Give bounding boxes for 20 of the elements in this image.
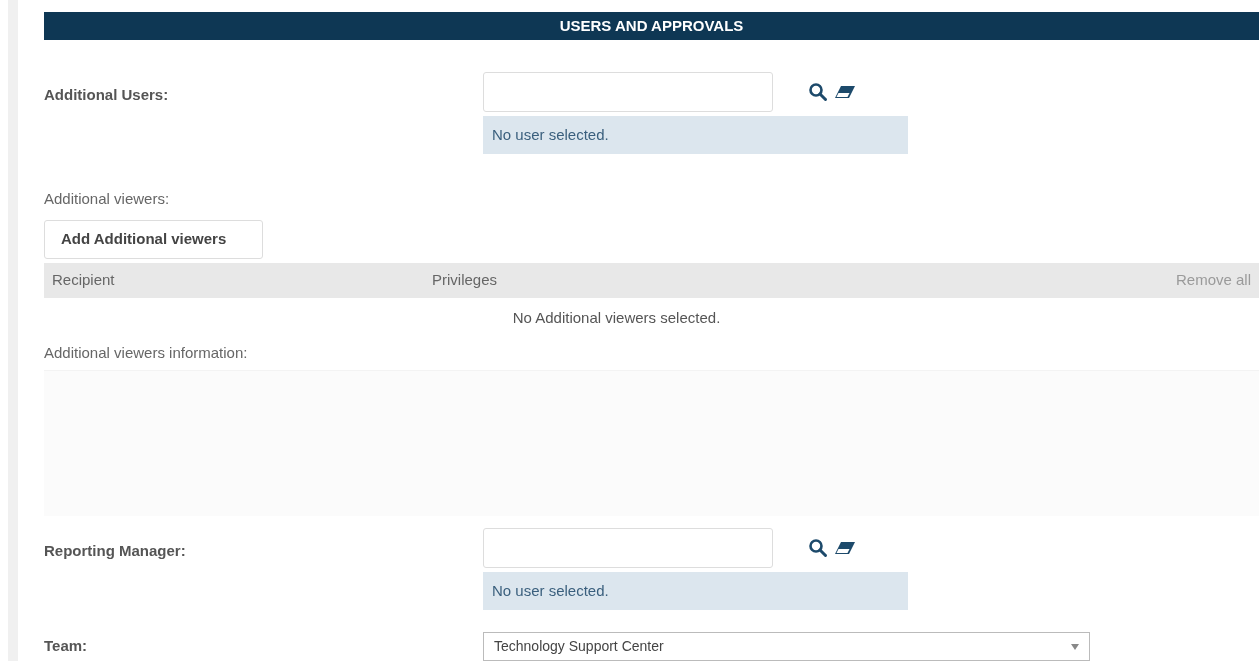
section-header: USERS AND APPROVALS [44, 12, 1259, 41]
field-label: Additional viewers: [44, 189, 171, 210]
search-icon[interactable] [808, 538, 828, 558]
empty-message: No Additional viewers selected. [511, 308, 722, 329]
search-icon[interactable] [808, 82, 828, 103]
user-input-field[interactable] [483, 72, 773, 113]
field-label: Reporting Manager: [44, 541, 187, 561]
selection-status: No user selected. [483, 572, 908, 610]
team-select[interactable]: Technology Support Center [483, 632, 1090, 661]
column-header: Recipient [51, 270, 116, 291]
eraser-icon[interactable] [834, 85, 856, 100]
column-header: Privileges [432, 270, 499, 291]
selection-status: No user selected. [483, 116, 908, 155]
caret-icon [1071, 643, 1079, 650]
field-label: Team: [44, 636, 89, 657]
field-label: Additional viewers information: [44, 342, 249, 363]
user-input-field[interactable] [483, 528, 773, 568]
field-label: Additional Users: [44, 85, 170, 106]
eraser-icon[interactable] [834, 541, 856, 555]
add-viewers-button[interactable]: Add Additional viewers [44, 219, 263, 259]
